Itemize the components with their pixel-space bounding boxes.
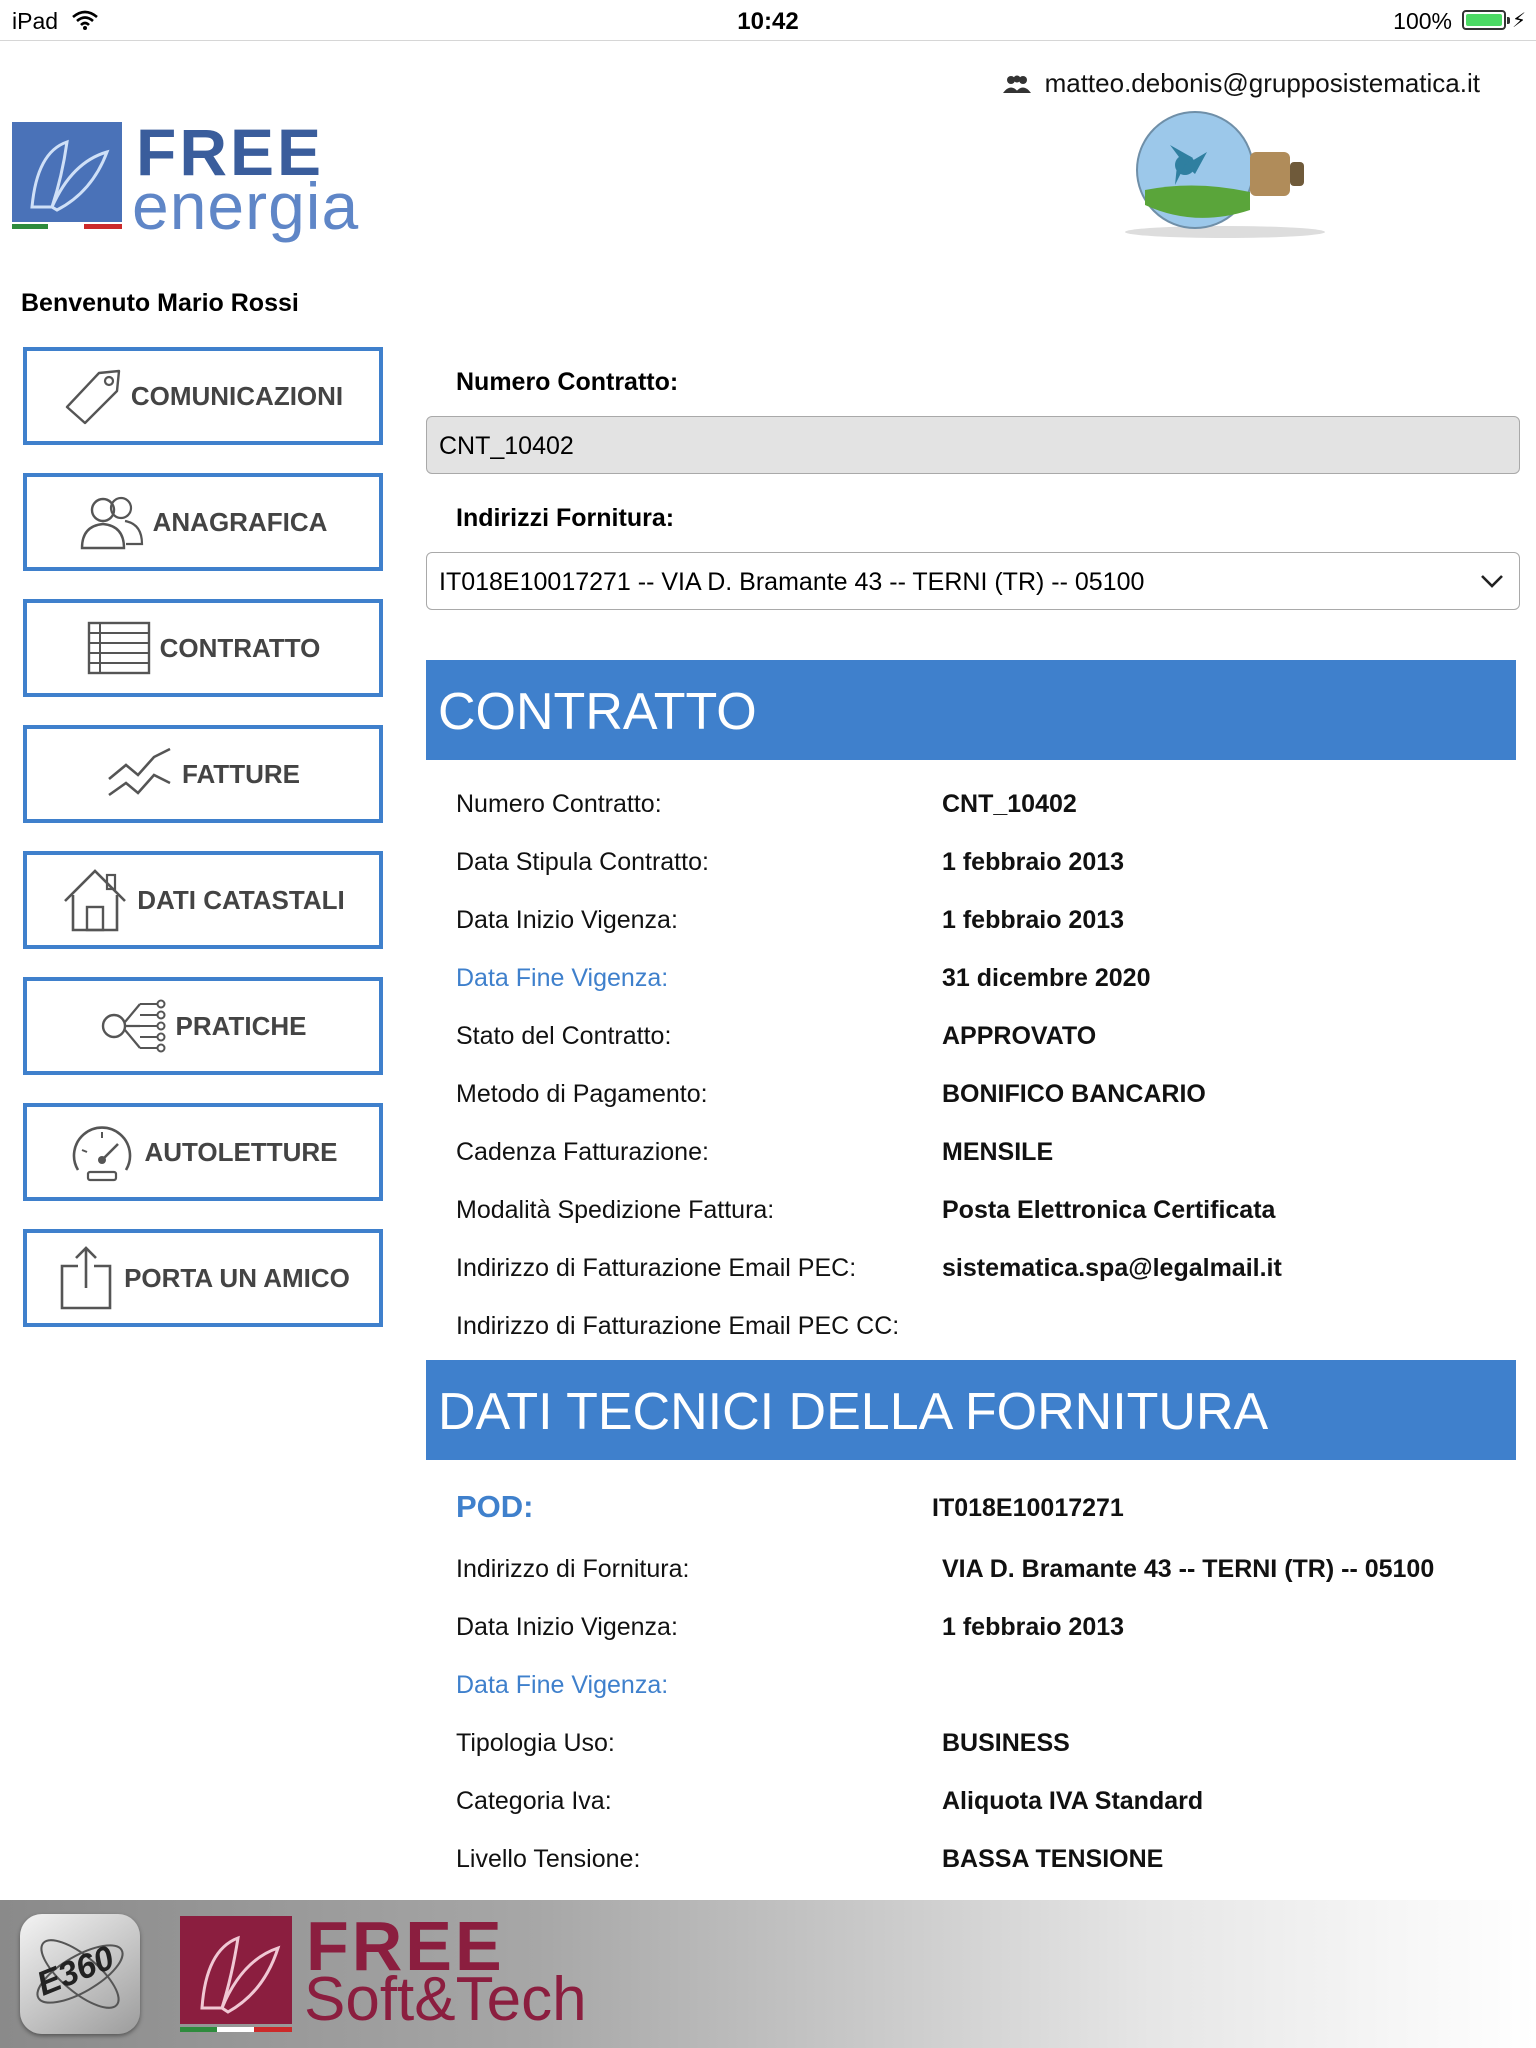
footer-bar: E360 FREE Soft&Tech [0, 1900, 1536, 2048]
butterfly-logo-icon [180, 1916, 292, 2032]
butterfly-logo-icon [12, 122, 122, 229]
nav-anagrafica-label: ANAGRAFICA [152, 506, 328, 537]
contratto-label-stato: Stato del Contratto: [456, 1022, 672, 1050]
contratto-label-inizio-vigenza: Data Inizio Vigenza: [456, 906, 678, 934]
contratto-value-metodo-pagamento: BONIFICO BANCARIO [942, 1080, 1206, 1108]
supply-address-label: Indirizzi Fornitura: [456, 504, 675, 532]
contratto-label-fine-vigenza[interactable]: Data Fine Vigenza: [456, 964, 668, 993]
nav-pratiche-button[interactable]: PRATICHE [23, 977, 383, 1075]
list-icon [86, 620, 152, 676]
nav-comunicazioni-label: COMUNICAZIONI [130, 380, 344, 411]
lightbulb-image [1115, 110, 1355, 240]
nav-porta-un-amico-label: PORTA UN AMICO [124, 1262, 350, 1293]
users-icon [1001, 70, 1035, 101]
nav-dati-catastali-label: DATI CATASTALI [137, 884, 345, 915]
nav-dati-catastali-button[interactable]: DATI CATASTALI [23, 851, 383, 949]
battery-icon [1462, 10, 1510, 30]
user-account[interactable]: matteo.debonis@grupposistematica.it [1001, 68, 1480, 101]
nav-autoletture-label: AUTOLETTURE [144, 1136, 338, 1167]
tecnici-label-fine-vigenza[interactable]: Data Fine Vigenza: [456, 1671, 668, 1700]
contratto-label-numero: Numero Contratto: [456, 790, 662, 818]
nav-anagrafica-button[interactable]: ANAGRAFICA [23, 473, 383, 571]
pod-label: POD: [456, 1489, 534, 1524]
footer-logo-text-softtech: Soft&Tech [304, 1965, 587, 2034]
contratto-label-spedizione: Modalità Spedizione Fattura: [456, 1196, 775, 1224]
contract-number-field[interactable]: CNT_10402 [426, 416, 1520, 474]
contratto-value-numero: CNT_10402 [942, 790, 1077, 818]
contratto-label-email-pec: Indirizzo di Fatturazione Email PEC: [456, 1254, 857, 1282]
pod-value: IT018E10017271 [932, 1494, 1124, 1522]
tecnici-value-indirizzo: VIA D. Bramante 43 -- TERNI (TR) -- 0510… [942, 1555, 1435, 1583]
tecnici-label-inizio-vigenza: Data Inizio Vigenza: [456, 1613, 678, 1641]
battery-percent: 100% [1393, 8, 1452, 34]
welcome-message: Benvenuto Mario Rossi [21, 289, 299, 317]
nav-autoletture-button[interactable]: AUTOLETTURE [23, 1103, 383, 1201]
contratto-value-inizio-vigenza: 1 febbraio 2013 [942, 906, 1125, 934]
dati-tecnici-section-header: DATI TECNICI DELLA FORNITURA [426, 1360, 1516, 1460]
user-email-text: matteo.debonis@grupposistematica.it [1044, 68, 1480, 98]
nav-porta-un-amico-button[interactable]: PORTA UN AMICO [23, 1229, 383, 1327]
tecnici-label-tipologia-uso: Tipologia Uso: [456, 1729, 615, 1757]
contratto-value-cadenza: MENSILE [942, 1138, 1054, 1166]
gauge-icon [68, 1120, 136, 1184]
tecnici-label-categoria-iva: Categoria Iva: [456, 1787, 612, 1815]
contratto-value-fine-vigenza: 31 dicembre 2020 [942, 964, 1151, 992]
chart-line-icon [106, 745, 174, 803]
contratto-section-header: CONTRATTO [426, 660, 1516, 760]
nav-pratiche-label: PRATICHE [175, 1010, 307, 1041]
supply-address-select[interactable]: IT018E10017271 -- VIA D. Bramante 43 -- … [426, 552, 1520, 610]
free-soft-tech-logo: FREE Soft&Tech [180, 1907, 600, 2042]
logo-text-energia: energia [132, 169, 360, 243]
tecnici-label-indirizzo: Indirizzo di Fornitura: [456, 1555, 690, 1583]
nav-contratto-button[interactable]: CONTRATTO [23, 599, 383, 697]
supply-address-value: IT018E10017271 -- VIA D. Bramante 43 -- … [439, 568, 1145, 596]
contratto-label-email-pec-cc: Indirizzo di Fatturazione Email PEC CC: [456, 1312, 900, 1340]
contratto-label-cadenza: Cadenza Fatturazione: [456, 1138, 709, 1166]
users-icon [79, 494, 145, 550]
status-bar: iPad 10:42 100% ⚡ [0, 0, 1536, 41]
tecnici-value-categoria-iva: Aliquota IVA Standard [942, 1787, 1204, 1815]
flow-icon [100, 994, 168, 1058]
contratto-value-email-pec: sistematica.spa@legalmail.it [942, 1254, 1282, 1282]
e360-app-badge[interactable]: E360 [20, 1914, 140, 2034]
nav-fatture-button[interactable]: FATTURE [23, 725, 383, 823]
nav-contratto-label: CONTRATTO [159, 632, 321, 663]
free-energia-logo: FREE energia [12, 115, 412, 243]
contract-number-label: Numero Contratto: [456, 368, 679, 396]
contratto-value-data-stipula: 1 febbraio 2013 [942, 848, 1125, 876]
contratto-label-metodo-pagamento: Metodo di Pagamento: [456, 1080, 708, 1108]
tag-icon [63, 367, 123, 425]
share-icon [56, 1244, 116, 1312]
nav-comunicazioni-button[interactable]: COMUNICAZIONI [23, 347, 383, 445]
contract-number-value: CNT_10402 [439, 432, 574, 460]
tecnici-label-livello-tensione: Livello Tensione: [456, 1845, 641, 1873]
nav-fatture-label: FATTURE [182, 758, 300, 789]
tecnici-value-livello-tensione: BASSA TENSIONE [942, 1845, 1164, 1873]
contratto-label-data-stipula: Data Stipula Contratto: [456, 848, 709, 876]
chevron-down-icon [1479, 569, 1505, 598]
house-icon [61, 867, 129, 933]
charging-icon: ⚡ [1511, 10, 1526, 32]
contratto-value-stato: APPROVATO [942, 1022, 1097, 1050]
contratto-value-spedizione: Posta Elettronica Certificata [942, 1196, 1276, 1224]
clock: 10:42 [737, 8, 799, 35]
tecnici-value-tipologia-uso: BUSINESS [942, 1729, 1070, 1757]
tecnici-value-inizio-vigenza: 1 febbraio 2013 [942, 1613, 1125, 1641]
